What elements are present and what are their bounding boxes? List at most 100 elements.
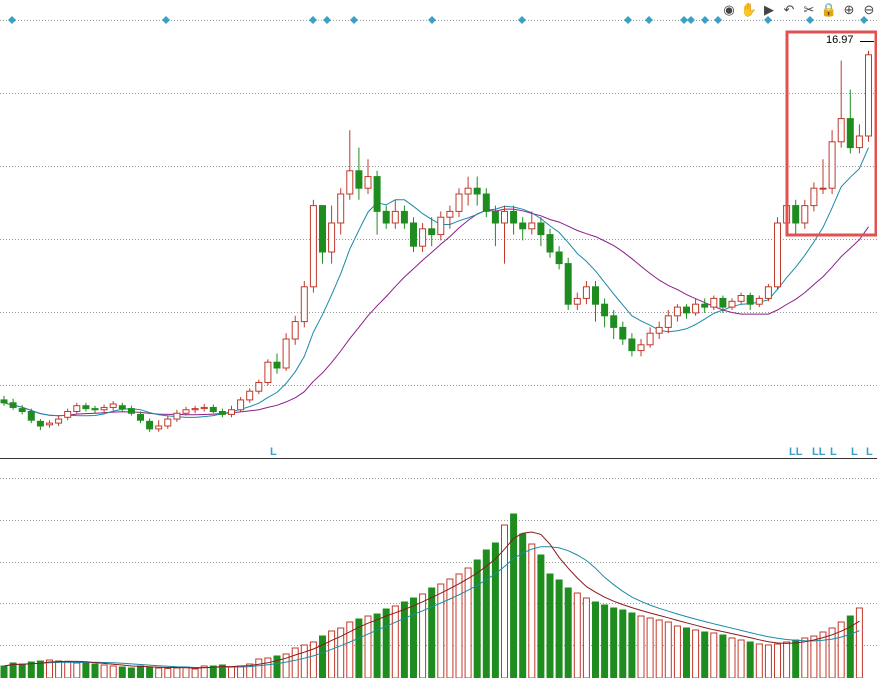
- volume-bar: [573, 592, 581, 678]
- volume-bar: [701, 631, 709, 678]
- candle-body: [528, 222, 536, 230]
- candle-body: [755, 297, 763, 305]
- candle-body: [573, 297, 581, 305]
- volume-bar: [673, 625, 681, 678]
- candle-body: [118, 405, 126, 410]
- zoom-out-icon[interactable]: ⊖: [861, 2, 877, 18]
- event-diamond-marker: [701, 16, 709, 24]
- volume-bar: [746, 641, 754, 678]
- candle-body: [264, 361, 272, 384]
- candle-body: [46, 422, 53, 426]
- candlestick-chart[interactable]: L LL LL L L L: [0, 0, 877, 678]
- volume-bar: [501, 524, 508, 678]
- zoom-in-icon[interactable]: ⊕: [841, 2, 857, 18]
- candle-body: [582, 286, 590, 299]
- bottom-marker-label: LL: [789, 446, 803, 458]
- volume-bar: [255, 658, 263, 678]
- candle-body: [464, 187, 472, 195]
- volume-bar: [173, 667, 181, 678]
- volume-bar: [100, 664, 108, 678]
- volume-bar: [564, 587, 572, 678]
- candle-body: [710, 297, 718, 308]
- candle-body: [792, 205, 800, 224]
- candle-body: [546, 234, 554, 253]
- volume-bar: [237, 665, 245, 678]
- candle-body: [319, 205, 326, 253]
- bottom-marker-label: L: [270, 446, 277, 458]
- candle-body: [328, 222, 336, 253]
- eye-icon[interactable]: ◉: [721, 2, 737, 18]
- candle-body: [728, 300, 736, 308]
- volume-bar: [664, 621, 672, 678]
- candle-body: [27, 411, 35, 421]
- candle-body: [419, 228, 427, 247]
- volume-bar: [628, 612, 636, 678]
- candle-body: [0, 399, 8, 404]
- candle-body: [173, 412, 181, 420]
- event-diamond-marker: [428, 16, 436, 24]
- candle-body: [664, 315, 672, 328]
- volume-bar: [364, 615, 372, 678]
- candle-body: [819, 187, 827, 190]
- candle-body: [746, 295, 754, 305]
- volume-bar: [428, 587, 436, 678]
- volume-bar: [182, 666, 190, 678]
- candle-body: [246, 390, 254, 401]
- candle-body: [373, 176, 381, 212]
- event-diamond-marker: [8, 16, 16, 24]
- candle-body: [764, 286, 772, 299]
- candle-body: [637, 344, 645, 352]
- volume-bar: [127, 667, 135, 678]
- volume-bar: [683, 627, 690, 678]
- candle-body: [82, 405, 90, 410]
- volume-bar: [692, 629, 700, 678]
- volume-bar: [646, 617, 654, 678]
- candle-body: [237, 399, 245, 411]
- candle-body: [655, 326, 663, 334]
- hand-icon[interactable]: ✋: [741, 2, 757, 18]
- volume-bar: [491, 542, 499, 678]
- candle-body: [382, 210, 390, 224]
- bottom-marker-label: L: [851, 446, 858, 458]
- candle-body: [446, 210, 454, 218]
- play-icon[interactable]: ▶: [761, 2, 777, 18]
- volume-bar: [819, 631, 827, 678]
- volume-bar: [155, 667, 163, 678]
- volume-bar: [764, 644, 772, 678]
- undo-icon[interactable]: ↶: [781, 2, 797, 18]
- lock-icon[interactable]: 🔒: [821, 2, 837, 18]
- volume-bar: [319, 635, 326, 678]
- candle-body: [810, 187, 818, 207]
- volume-bar: [18, 663, 26, 678]
- candle-body: [164, 418, 172, 427]
- volume-bar: [291, 647, 299, 678]
- volume-bar: [137, 665, 144, 678]
- candle-body: [355, 170, 363, 189]
- candle-body: [828, 141, 836, 189]
- candle-body: [774, 222, 781, 288]
- volume-bar: [455, 573, 463, 678]
- candle-body: [428, 228, 436, 236]
- volume-bar: [64, 661, 72, 678]
- candle-body: [228, 409, 235, 415]
- volume-bar: [300, 644, 308, 678]
- candle-body: [855, 135, 863, 149]
- event-diamond-marker: [518, 16, 526, 24]
- candle-body: [519, 222, 527, 230]
- candle-body: [18, 408, 26, 413]
- volume-bar: [164, 668, 172, 678]
- volume-bar: [637, 615, 645, 678]
- candle-body: [801, 205, 809, 224]
- volume-bar: [710, 632, 718, 678]
- event-diamond-marker: [309, 16, 317, 24]
- bottom-marker-label: L: [866, 446, 873, 458]
- candle-body: [100, 406, 108, 411]
- candle-body: [137, 413, 144, 421]
- candle-body: [592, 286, 599, 305]
- volume-bar: [774, 643, 781, 678]
- volume-bar: [655, 619, 663, 678]
- volume-bar: [592, 601, 599, 678]
- event-diamond-marker: [645, 16, 653, 24]
- scissors-icon[interactable]: ✂: [801, 2, 817, 18]
- candle-body: [36, 420, 44, 427]
